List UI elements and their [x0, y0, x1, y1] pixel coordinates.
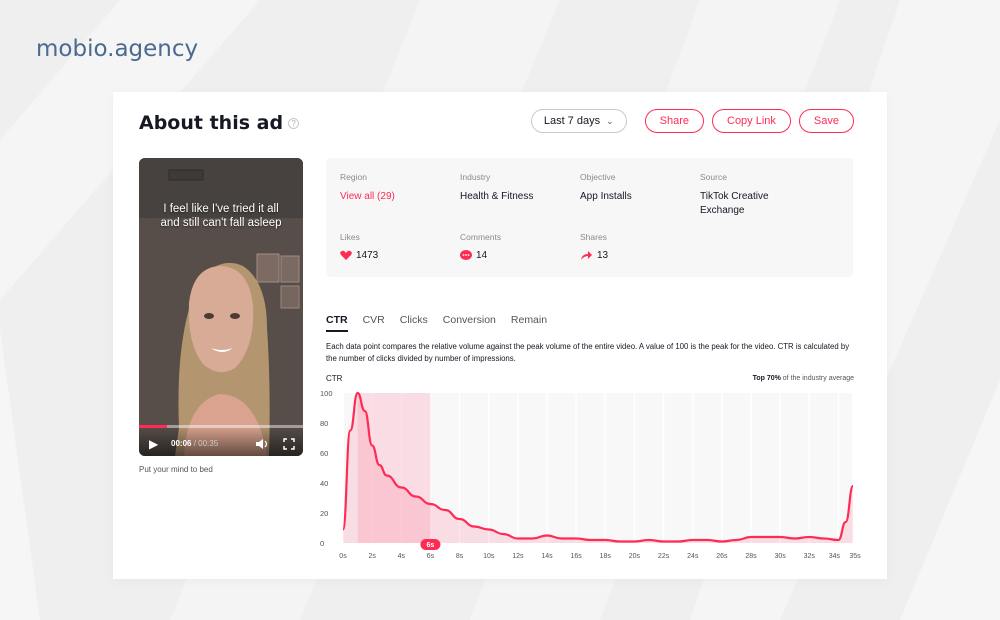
action-bar: Last 7 days ⌄ Share Copy Link Save: [530, 109, 854, 133]
chart-x-tick: 22s: [658, 553, 670, 560]
chart-time-marker-label: 6s: [427, 542, 435, 549]
chart-x-tick: 6s: [427, 553, 435, 560]
question-circle-icon[interactable]: ?: [288, 117, 300, 129]
likes-value: 1473: [356, 250, 379, 261]
chart-x-tick: 10s: [483, 553, 495, 560]
region-view-all-link[interactable]: View all (29): [340, 190, 395, 204]
chart-x-tick: 2s: [368, 553, 376, 560]
video-caption-line2: and still can't fall asleep: [160, 217, 282, 229]
chart-y-tick: 0: [320, 539, 324, 548]
chart-x-tick: 0s: [339, 553, 347, 560]
chart-benchmark-bold: Top 70%: [752, 375, 781, 382]
chart-x-tick: 14s: [541, 553, 553, 560]
date-range-select[interactable]: Last 7 days ⌄: [530, 109, 627, 133]
share-arrow-icon: [581, 251, 592, 260]
industry-value: Health & Fitness: [460, 191, 534, 202]
objective-label: Objective: [580, 172, 616, 182]
date-range-value: Last 7 days: [543, 115, 601, 127]
shares-cell: Shares 13: [580, 232, 608, 261]
video-caption-line1: I feel like I've tried it all: [163, 203, 279, 215]
tab-remain[interactable]: Remain: [511, 314, 547, 332]
chart-x-tick: 35s: [849, 553, 861, 560]
fullscreen-icon[interactable]: [283, 438, 295, 450]
page-title: About this ad ?: [139, 112, 300, 134]
chart-x-tick: 20s: [629, 553, 641, 560]
chevron-down-icon: ⌄: [606, 115, 614, 126]
tab-cvr[interactable]: CVR: [363, 314, 385, 332]
comments-value: 14: [476, 250, 488, 261]
chart-y-tick: 40: [320, 479, 328, 488]
chart-y-label: CTR: [326, 374, 343, 383]
chart-x-tick: 26s: [716, 553, 728, 560]
chart-x-tick: 4s: [398, 553, 406, 560]
video-duration: / 00:35: [193, 439, 219, 448]
industry-label: Industry: [460, 172, 491, 182]
source-value-line1: TikTok Creative: [700, 191, 769, 202]
region-cell: Region View all (29): [340, 172, 395, 204]
objective-value: App Installs: [580, 191, 632, 202]
ad-details-card: About this ad ? Last 7 days ⌄ Share Copy…: [113, 92, 887, 579]
shares-label: Shares: [580, 232, 607, 242]
chart-y-tick: 20: [320, 509, 328, 518]
volume-icon[interactable]: [255, 438, 269, 450]
chart-x-tick: 12s: [512, 553, 524, 560]
comment-icon: [460, 250, 472, 260]
chart-x-tick: 28s: [745, 553, 757, 560]
save-button[interactable]: Save: [798, 109, 854, 133]
tab-conversion[interactable]: Conversion: [443, 314, 496, 332]
chart-x-tick: 34s: [829, 553, 841, 560]
region-label: Region: [340, 172, 367, 182]
chart-x-tick: 30s: [774, 553, 786, 560]
chart-x-tick: 18s: [600, 553, 612, 560]
video-current-time: 00:06: [171, 439, 192, 448]
source-value-line2: Exchange: [700, 205, 745, 216]
video-caption: I feel like I've tried it all and still …: [139, 202, 303, 230]
source-cell: Source TikTok Creative Exchange: [700, 172, 769, 218]
metric-description: Each data point compares the relative vo…: [326, 342, 850, 363]
objective-cell: Objective App Installs: [580, 172, 632, 204]
play-icon[interactable]: ▶: [149, 437, 158, 451]
video-progress-fill: [139, 425, 167, 428]
tab-ctr[interactable]: CTR: [326, 314, 348, 332]
metric-tabs: CTR CVR Clicks Conversion Remain: [326, 314, 547, 332]
brand-logo-text: mobio.agency: [36, 36, 199, 62]
chart-x-tick: 32s: [804, 553, 816, 560]
chart-benchmark-rest: of the industry average: [780, 375, 854, 382]
share-button[interactable]: Share: [644, 109, 704, 133]
chart-x-tick: 16s: [570, 553, 582, 560]
ctr-chart[interactable]: 0 20 40 60 80 100 0s 2s 4s 6s 8s 10s 12s 14s 16s 18s 20s…: [318, 385, 863, 565]
chart-y-tick: 60: [320, 449, 328, 458]
video-controls: ▶ 00:06 / 00:35: [139, 425, 303, 456]
video-progress-bar[interactable]: [139, 425, 303, 428]
heart-icon: [340, 250, 352, 260]
chart-y-tick: 80: [320, 419, 328, 428]
industry-cell: Industry Health & Fitness: [460, 172, 533, 204]
page-title-text: About this ad: [139, 112, 284, 134]
comments-label: Comments: [460, 232, 502, 242]
likes-label: Likes: [340, 232, 360, 242]
video-time: 00:06 / 00:35: [171, 439, 218, 448]
chart-x-tick: 24s: [687, 553, 699, 560]
tab-clicks[interactable]: Clicks: [400, 314, 428, 332]
copy-link-button[interactable]: Copy Link: [712, 109, 791, 133]
comments-cell: Comments 14: [460, 232, 501, 261]
chart-x-tick: 8s: [456, 553, 464, 560]
source-label: Source: [700, 172, 727, 182]
ad-info-panel: Region View all (29) Industry Health & F…: [326, 158, 853, 277]
chart-benchmark-note: Top 70% of the industry average: [753, 375, 854, 382]
likes-cell: Likes 1473: [340, 232, 378, 261]
video-title: Put your mind to bed: [139, 465, 213, 474]
shares-value: 13: [597, 250, 609, 261]
video-player[interactable]: I feel like I've tried it all and still …: [139, 158, 303, 456]
chart-y-tick: 100: [320, 389, 333, 398]
